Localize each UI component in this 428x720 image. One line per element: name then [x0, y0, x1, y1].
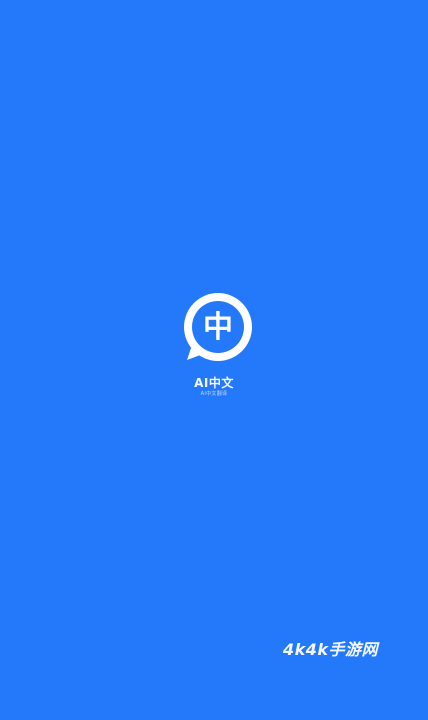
- logo-glyph: 中: [203, 310, 233, 345]
- app-name: AI中文: [194, 376, 234, 390]
- app-slogan: AI中文翻译: [200, 391, 228, 397]
- watermark-text: 4k4k手游网: [282, 640, 378, 659]
- chat-bubble-logo-icon: 中: [181, 290, 255, 364]
- splash-screen: 中 AI中文 AI中文翻译 4k4k手游网: [0, 0, 428, 720]
